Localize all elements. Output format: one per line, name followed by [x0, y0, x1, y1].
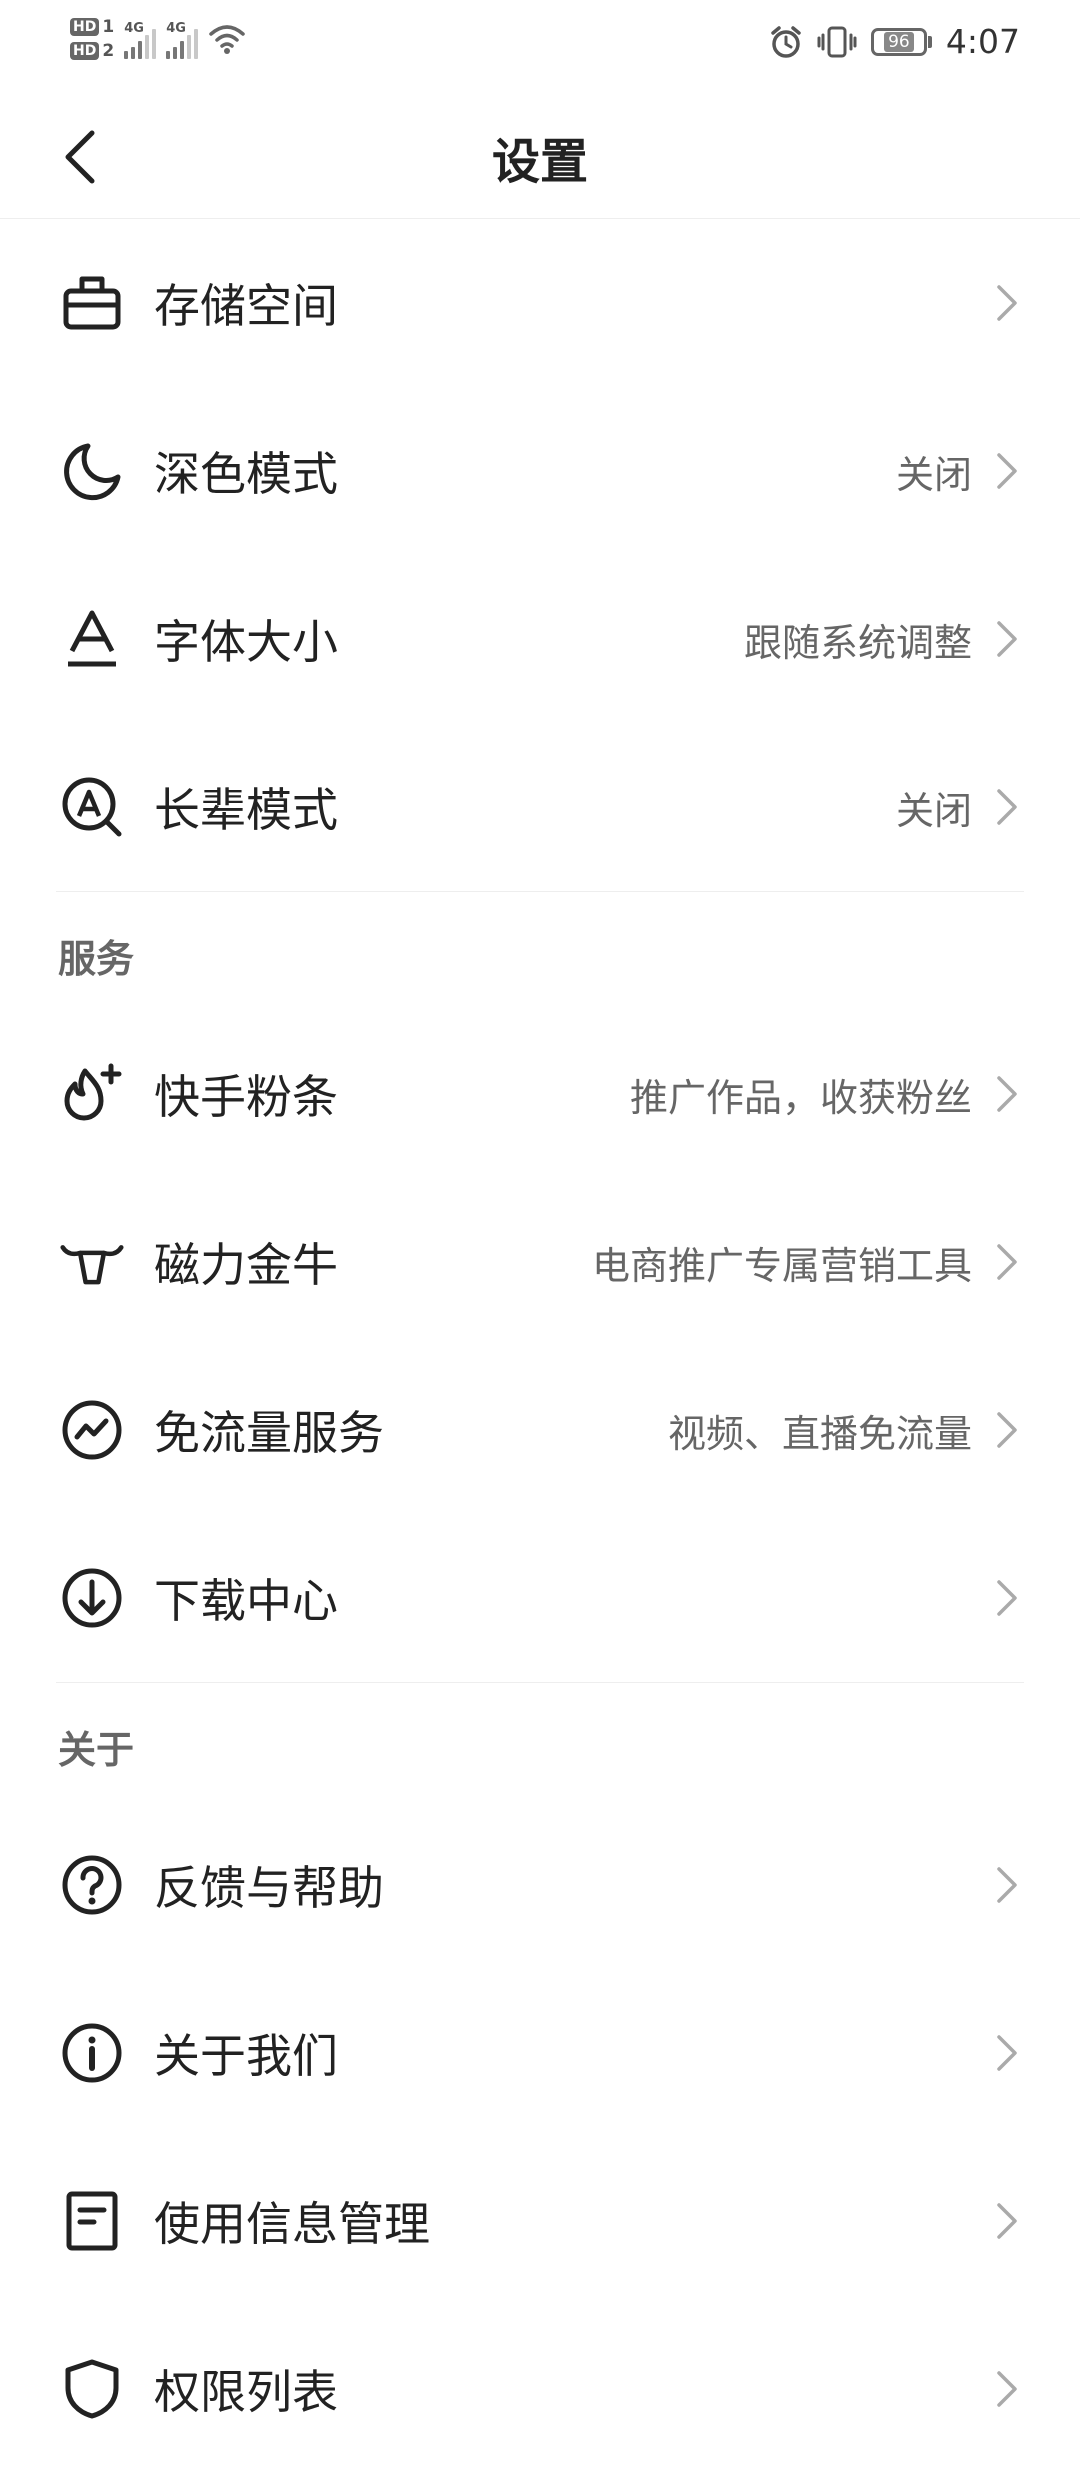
- chevron-right-icon: [992, 617, 1022, 661]
- wifi-icon: [209, 25, 245, 54]
- setting-download-center[interactable]: 下载中心: [0, 1514, 1080, 1682]
- setting-label: 关于我们: [154, 2029, 338, 2083]
- setting-permissions[interactable]: 权限列表: [0, 2305, 1080, 2473]
- chevron-right-icon: [992, 2199, 1022, 2243]
- setting-label: 字体大小: [154, 615, 338, 669]
- status-right: 96 4:07: [769, 22, 1020, 61]
- section-header-service: 服务: [58, 937, 135, 981]
- help-icon: [60, 1853, 124, 1917]
- chevron-right-icon: [992, 449, 1022, 493]
- section-header-about: 关于: [58, 1728, 135, 1772]
- chevron-right-icon: [992, 1408, 1022, 1452]
- setting-label: 反馈与帮助: [154, 1861, 384, 1915]
- battery-indicator: 96: [870, 27, 932, 56]
- setting-value: 跟随系统调整: [743, 620, 972, 665]
- storage-icon: [60, 271, 124, 335]
- setting-usage-info[interactable]: 使用信息管理: [0, 2137, 1080, 2305]
- setting-about-us[interactable]: 关于我们: [0, 1969, 1080, 2137]
- setting-label: 免流量服务: [154, 1406, 384, 1460]
- sim2-indicator: HD 2: [70, 42, 114, 60]
- signal-2-icon: 4G: [166, 19, 199, 59]
- setting-label: 磁力金牛: [154, 1238, 338, 1292]
- font-size-icon: [60, 607, 124, 671]
- chevron-right-icon: [992, 1240, 1022, 1284]
- setting-label: 使用信息管理: [154, 2197, 430, 2251]
- setting-value: 关闭: [895, 788, 972, 833]
- elder-mode-icon: [60, 775, 124, 839]
- document-icon: [60, 2189, 124, 2253]
- setting-feedback-help[interactable]: 反馈与帮助: [0, 1801, 1080, 1969]
- setting-label: 长辈模式: [154, 783, 338, 837]
- setting-value: 电商推广专属营销工具: [591, 1243, 972, 1288]
- page-title: 设置: [491, 134, 588, 190]
- setting-label: 下载中心: [154, 1574, 338, 1628]
- chevron-right-icon: [992, 281, 1022, 325]
- info-icon: [60, 2021, 124, 2085]
- setting-value: 推广作品，收获粉丝: [629, 1075, 972, 1120]
- setting-font-size[interactable]: 字体大小 跟随系统调整: [0, 555, 1080, 723]
- setting-dark-mode[interactable]: 深色模式 关闭: [0, 387, 1080, 555]
- moon-icon: [60, 439, 124, 503]
- back-arrow-icon: [65, 130, 95, 184]
- back-button[interactable]: [50, 125, 110, 189]
- download-icon: [60, 1566, 124, 1630]
- sim1-indicator: HD 1: [70, 18, 114, 36]
- chevron-right-icon: [992, 2031, 1022, 2075]
- wave-circle-icon: [60, 1398, 124, 1462]
- setting-label: 深色模式: [154, 447, 338, 501]
- chevron-right-icon: [992, 1863, 1022, 1907]
- setting-free-data[interactable]: 免流量服务 视频、直播免流量: [0, 1346, 1080, 1514]
- signal-1-icon: 4G: [124, 19, 157, 59]
- status-bar: HD 1 HD 2 4G 4G 96 4:07: [0, 0, 1080, 95]
- bull-icon: [60, 1230, 124, 1294]
- clock: 4:07: [945, 22, 1020, 61]
- setting-label: 权限列表: [154, 2365, 338, 2419]
- setting-label: 存储空间: [154, 279, 338, 333]
- permission-icon: [60, 2357, 124, 2421]
- setting-storage[interactable]: 存储空间: [0, 219, 1080, 387]
- setting-fans-promotion[interactable]: 快手粉条 推广作品，收获粉丝: [0, 1010, 1080, 1178]
- setting-magnetic-bull[interactable]: 磁力金牛 电商推广专属营销工具: [0, 1178, 1080, 1346]
- setting-label: 快手粉条: [154, 1070, 338, 1124]
- chevron-right-icon: [992, 1576, 1022, 1620]
- sim-indicators: HD 1 HD 2: [70, 18, 114, 60]
- fire-plus-icon: [60, 1062, 124, 1126]
- vibrate-icon: [817, 26, 857, 57]
- chevron-right-icon: [992, 785, 1022, 829]
- status-left: HD 1 HD 2 4G 4G: [70, 18, 246, 60]
- nav-header: 设置: [0, 95, 1080, 219]
- chevron-right-icon: [992, 2367, 1022, 2411]
- chevron-right-icon: [992, 1072, 1022, 1116]
- settings-list: 存储空间 深色模式 关闭 字体大小 跟随系统调整 长辈模式 关闭 服务 快手粉条…: [0, 219, 1080, 2473]
- setting-elder-mode[interactable]: 长辈模式 关闭: [0, 723, 1080, 891]
- setting-value: 视频、直播免流量: [667, 1411, 972, 1456]
- alarm-icon: [771, 25, 801, 58]
- setting-value: 关闭: [895, 452, 972, 497]
